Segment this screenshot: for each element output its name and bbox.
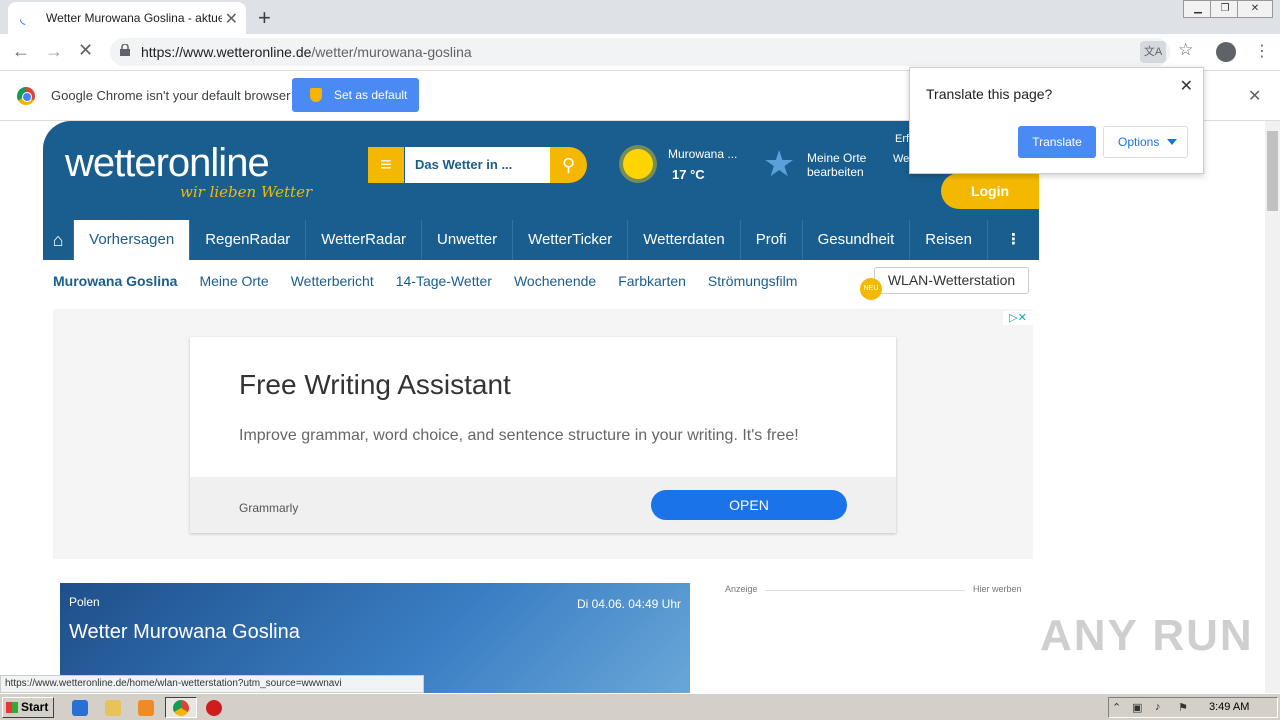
subnav-meine-orte[interactable]: Meine Orte	[199, 273, 268, 289]
loading-icon: ◟	[20, 10, 26, 26]
flag-icon[interactable]: ⚑	[1178, 701, 1188, 714]
start-button[interactable]: Start	[2, 697, 54, 718]
back-icon[interactable]: ←	[12, 41, 30, 62]
windows-logo-icon	[6, 702, 18, 713]
ad-card[interactable]: Free Writing Assistant Improve grammar, …	[190, 337, 896, 533]
subnav-location[interactable]: Murowana Goslina	[53, 273, 177, 289]
tab-close-icon[interactable]: ✕	[225, 9, 238, 29]
media-player-icon[interactable]	[138, 700, 154, 716]
status-url: https://www.wetteronline.de/home/wlan-we…	[0, 675, 424, 693]
ie-icon[interactable]	[72, 700, 88, 716]
adchoices-icon[interactable]: ▷✕	[1003, 311, 1033, 325]
nav-unwetter[interactable]: Unwetter	[422, 220, 514, 260]
star-icon[interactable]: ★	[763, 143, 795, 185]
subnav-farbkarten[interactable]: Farbkarten	[618, 273, 686, 289]
windows-taskbar: Start ⌃ ▣ ♪ ⚑ 3:49 AM	[0, 693, 1280, 720]
page-scrollbar[interactable]	[1265, 121, 1280, 693]
advertise-link[interactable]: Hier werben	[973, 584, 1022, 594]
ad-open-button[interactable]: OPEN	[651, 490, 847, 520]
new-tab-icon[interactable]: +	[258, 5, 271, 31]
ad-label: Anzeige	[725, 584, 758, 594]
my-places-link[interactable]: Meine Orte bearbeiten	[807, 151, 877, 179]
nav-profi[interactable]: Profi	[741, 220, 803, 260]
nav-vorhersagen[interactable]: Vorhersagen	[74, 220, 191, 260]
hamburger-icon[interactable]: ≡	[368, 147, 404, 183]
site-header: wetteronline wir lieben Wetter ≡ Das Wet…	[43, 121, 1039, 220]
close-window-icon[interactable]: ✕	[1237, 0, 1273, 18]
subnav-wochenende[interactable]: Wochenende	[514, 273, 596, 289]
hero-title: Wetter Murowana Goslina	[69, 621, 300, 643]
ad-brand: Grammarly	[239, 501, 299, 515]
ad-footer: Grammarly OPEN	[190, 477, 896, 533]
nav-regenradar[interactable]: RegenRadar	[190, 220, 307, 260]
chrome-logo-icon	[17, 87, 35, 105]
stop-app-icon[interactable]	[206, 700, 222, 716]
login-button[interactable]: Login	[941, 173, 1039, 209]
site-logo[interactable]: wetteronline	[65, 141, 270, 186]
header-text-cut: Erf	[895, 133, 910, 145]
tray-expand-icon[interactable]: ⌃	[1112, 701, 1121, 714]
main-navigation: ⌂ Vorhersagen RegenRadar WetterRadar Unw…	[43, 220, 1039, 260]
forward-icon[interactable]: →	[45, 41, 63, 62]
nav-wetterdaten[interactable]: Wetterdaten	[628, 220, 741, 260]
set-default-button[interactable]: Set as default	[292, 78, 419, 112]
lock-icon	[120, 44, 130, 56]
ad-banner: ▷✕ Free Writing Assistant Improve gramma…	[53, 309, 1033, 559]
sun-icon	[623, 149, 653, 179]
more-menu-icon[interactable]: ⋮	[988, 220, 1039, 260]
chrome-menu-icon[interactable]: ⋮	[1254, 41, 1270, 61]
translate-popup: Translate this page? ✕ Translate Options	[909, 67, 1204, 174]
hero-country: Polen	[69, 595, 100, 609]
translate-button[interactable]: Translate	[1018, 126, 1096, 158]
volume-icon[interactable]: ♪	[1155, 701, 1161, 713]
web-page: wetteronline wir lieben Wetter ≡ Das Wet…	[0, 121, 1265, 693]
chevron-down-icon	[1167, 139, 1177, 145]
ad-title[interactable]: Free Writing Assistant	[239, 369, 511, 401]
popup-close-icon[interactable]: ✕	[1180, 76, 1193, 96]
bookmark-star-icon[interactable]: ☆	[1178, 40, 1193, 60]
site-slogan: wir lieben Wetter	[180, 183, 313, 201]
watermark: ANY RUN	[1040, 611, 1254, 660]
search-input[interactable]: Das Wetter in ...	[405, 147, 550, 183]
tab-title: Wetter Murowana Goslina - aktuelle	[46, 11, 222, 25]
weather-temp: 17 °C	[672, 167, 705, 182]
subnav-14-tage[interactable]: 14-Tage-Wetter	[396, 273, 492, 289]
infobar-message: Google Chrome isn't your default browser	[51, 88, 291, 103]
new-badge: NEU	[860, 278, 882, 300]
stop-icon[interactable]: ✕	[78, 40, 93, 61]
minimize-icon[interactable]: ▁	[1183, 0, 1213, 18]
infobar-close-icon[interactable]: ✕	[1248, 86, 1261, 106]
search-icon[interactable]: ⚲	[550, 147, 587, 183]
chrome-icon	[173, 700, 189, 716]
restore-icon[interactable]: ❐	[1210, 0, 1240, 18]
set-default-label: Set as default	[334, 88, 408, 102]
translate-icon[interactable]: 文A	[1140, 41, 1166, 63]
browser-tab[interactable]: ◟ Wetter Murowana Goslina - aktuelle ✕	[8, 2, 246, 34]
url-text[interactable]: https://www.wetteronline.de/wetter/murow…	[141, 44, 472, 60]
shield-icon	[310, 88, 322, 102]
network-icon[interactable]: ▣	[1132, 701, 1142, 714]
subnav-stroemungsfilm[interactable]: Strömungsfilm	[708, 273, 797, 289]
folder-icon[interactable]	[105, 700, 121, 716]
tab-strip: ◟ Wetter Murowana Goslina - aktuelle ✕ +…	[0, 0, 1280, 34]
options-button[interactable]: Options	[1103, 126, 1188, 158]
nav-reisen[interactable]: Reisen	[910, 220, 988, 260]
ad-text: Improve grammar, word choice, and senten…	[239, 427, 799, 444]
nav-wetterticker[interactable]: WetterTicker	[513, 220, 629, 260]
sub-navigation: Murowana Goslina Meine Orte Wetterberich…	[53, 273, 819, 289]
wlan-station-button[interactable]: WLAN-Wetterstation	[874, 267, 1029, 294]
divider	[765, 590, 965, 591]
translate-popup-title: Translate this page?	[926, 86, 1053, 102]
clock[interactable]: 3:49 AM	[1209, 701, 1249, 713]
scrollbar-thumb[interactable]	[1267, 131, 1278, 211]
options-label: Options	[1118, 135, 1160, 149]
profile-icon[interactable]	[1216, 42, 1236, 62]
subnav-wetterbericht[interactable]: Wetterbericht	[291, 273, 374, 289]
nav-gesundheit[interactable]: Gesundheit	[803, 220, 911, 260]
weather-place[interactable]: Murowana ...	[668, 147, 737, 161]
hero-date: Di 04.06. 04:49 Uhr	[576, 597, 681, 611]
home-icon[interactable]: ⌂	[43, 220, 75, 260]
nav-wetterradar[interactable]: WetterRadar	[306, 220, 423, 260]
start-label: Start	[21, 700, 49, 714]
